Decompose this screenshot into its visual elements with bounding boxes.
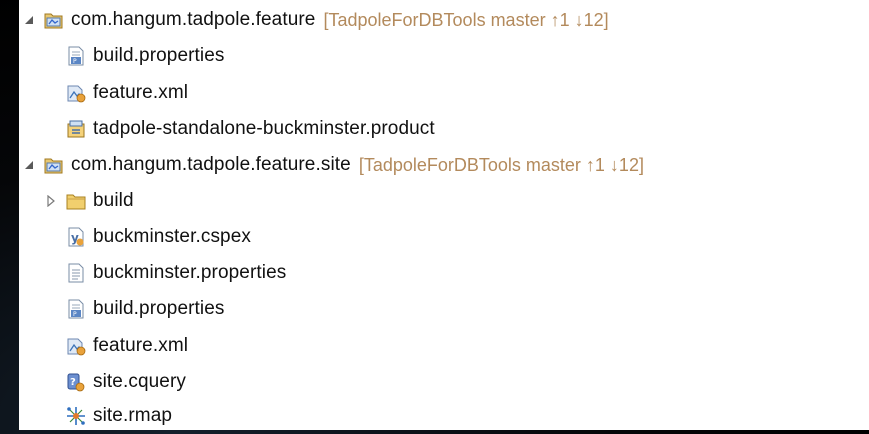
tree-item-rmap-file[interactable]: site.rmap	[65, 399, 172, 433]
file-name: build.properties	[93, 45, 225, 66]
svg-text:P: P	[73, 58, 77, 65]
file-name: build.properties	[93, 298, 225, 319]
file-name: buckminster.properties	[93, 262, 287, 283]
expanded-twisty-icon[interactable]	[19, 10, 39, 30]
tree-item-buckminster-properties[interactable]: buckminster.properties	[65, 256, 286, 290]
folder-name: build	[93, 190, 134, 211]
feature-xml-icon	[65, 335, 87, 357]
cspex-file-icon: y	[65, 226, 87, 248]
git-status-decoration: [TadpoleForDBTools master ↑1 ↓12]	[358, 154, 644, 175]
tree-item-build-properties[interactable]: P build.properties	[65, 39, 225, 73]
file-name: feature.xml	[93, 335, 189, 356]
project-name: com.hangum.tadpole.feature	[71, 9, 316, 30]
expanded-twisty-icon[interactable]	[19, 155, 39, 175]
tree-item-feature-site-project[interactable]: com.hangum.tadpole.feature.site [Tadpole…	[19, 148, 644, 182]
product-file-icon	[65, 118, 87, 140]
tree-item-feature-xml[interactable]: feature.xml	[65, 76, 188, 110]
cquery-file-icon: ?	[65, 371, 87, 393]
file-name: buckminster.cspex	[93, 226, 251, 247]
feature-xml-icon	[65, 82, 87, 104]
file-name: site.cquery	[93, 371, 186, 392]
package-explorer-tree[interactable]: com.hangum.tadpole.feature [TadpoleForDB…	[19, 0, 869, 430]
text-file-icon	[65, 262, 87, 284]
tree-item-product-file[interactable]: tadpole-standalone-buckminster.product	[65, 112, 435, 146]
properties-file-icon: P	[65, 45, 87, 67]
collapsed-twisty-icon[interactable]	[41, 191, 61, 211]
svg-text:?: ?	[70, 377, 76, 388]
tree-item-cspex-file[interactable]: y buckminster.cspex	[65, 220, 251, 254]
tree-item-feature-project[interactable]: com.hangum.tadpole.feature [TadpoleForDB…	[19, 3, 609, 37]
feature-project-icon	[43, 9, 65, 31]
rmap-file-icon	[65, 405, 87, 427]
svg-text:P: P	[73, 311, 77, 318]
project-name: com.hangum.tadpole.feature.site	[71, 154, 351, 175]
tree-item-build-properties[interactable]: P build.properties	[65, 292, 225, 326]
file-name: site.rmap	[93, 405, 173, 426]
folder-icon	[65, 190, 87, 212]
properties-file-icon: P	[65, 298, 87, 320]
tree-item-feature-xml[interactable]: feature.xml	[65, 329, 188, 363]
git-status-decoration: [TadpoleForDBTools master ↑1 ↓12]	[323, 9, 609, 30]
file-name: tadpole-standalone-buckminster.product	[93, 118, 435, 139]
file-name: feature.xml	[93, 82, 189, 103]
tree-item-cquery-file[interactable]: ? site.cquery	[65, 365, 186, 399]
feature-project-icon	[43, 154, 65, 176]
tree-item-build-folder[interactable]: build	[41, 184, 134, 218]
